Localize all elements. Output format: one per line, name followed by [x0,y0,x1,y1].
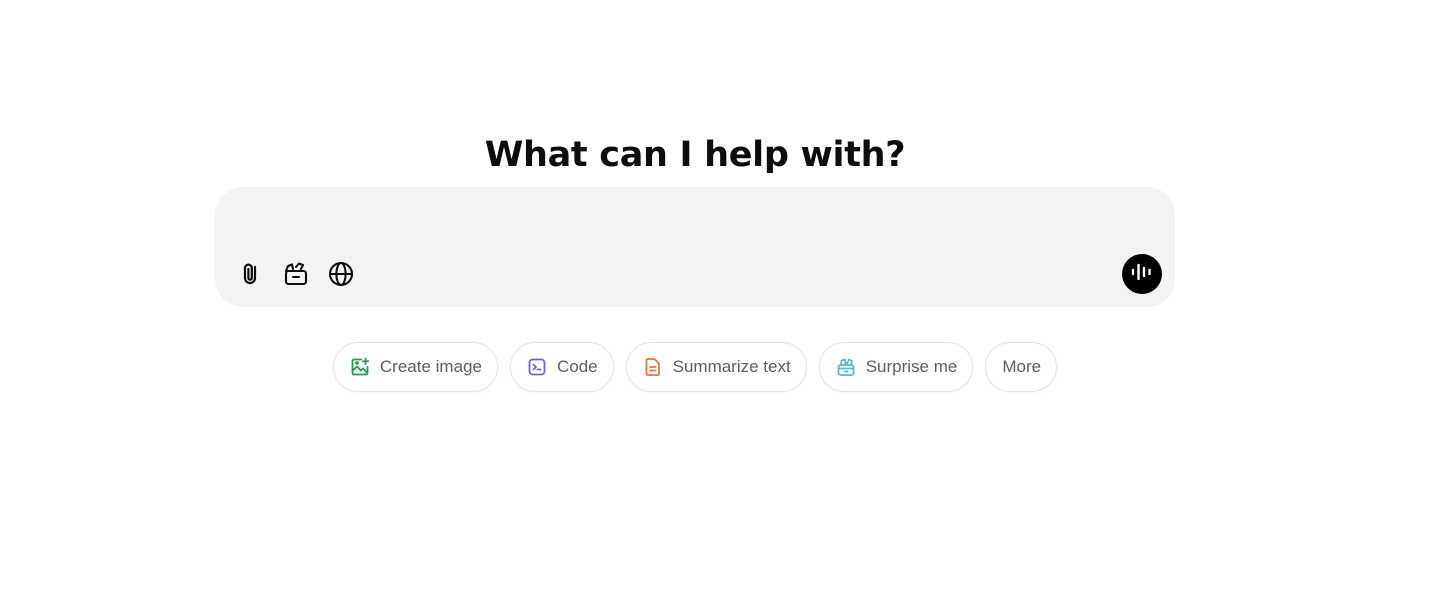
voice-waveform-icon [1130,262,1154,287]
create-image-icon [350,357,370,377]
chip-label: More [1002,357,1042,376]
chip-label: Summarize text [672,357,791,376]
gift-icon [836,357,856,377]
clapperboard-icon [283,261,309,287]
chip-label: Create image [379,357,482,376]
search-web-button[interactable] [323,256,359,292]
page-title: What can I help with? [484,135,906,176]
code-terminal-icon [527,357,547,377]
composer-tools [233,256,359,292]
attach-button[interactable] [233,256,269,292]
chip-more[interactable]: More [985,342,1058,392]
paperclip-icon [239,261,263,287]
globe-icon [328,261,354,287]
chat-home-page: What can I help with? Create image Code … [0,0,1435,612]
chip-summarize-text[interactable]: Summarize text [625,342,807,392]
chip-surprise-me[interactable]: Surprise me [818,342,974,392]
voice-mode-button[interactable] [1122,254,1162,294]
message-composer [215,187,1175,307]
chip-label: Code [556,357,598,376]
message-input[interactable] [239,205,1143,237]
document-icon [643,357,663,377]
suggestion-chips: Create image Code Summarize text Surpris… [0,342,1390,392]
chip-code[interactable]: Code [509,342,614,392]
chip-label: Surprise me [865,357,958,376]
chip-create-image[interactable]: Create image [332,342,498,392]
tools-button[interactable] [278,256,314,292]
